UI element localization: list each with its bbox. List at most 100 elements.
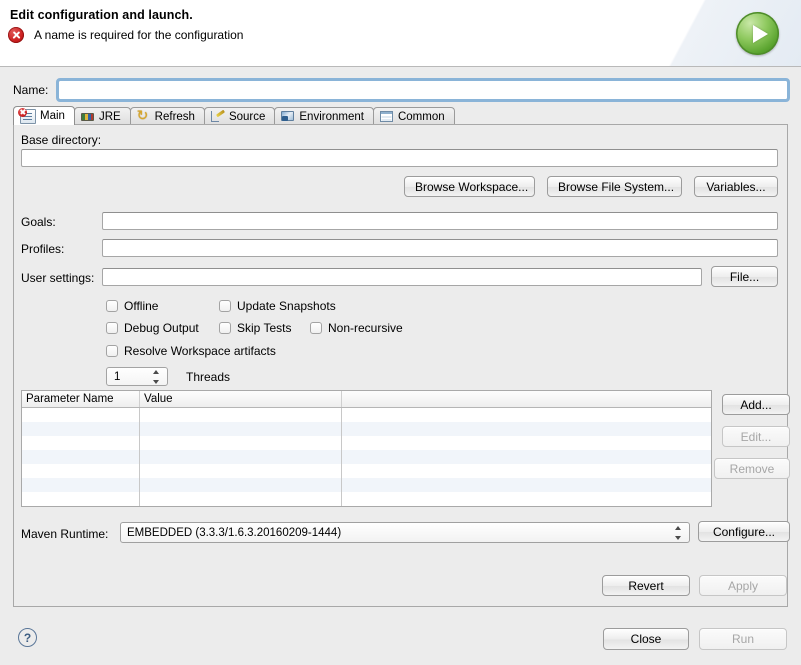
table-cell — [140, 436, 342, 450]
table-row[interactable] — [22, 492, 711, 506]
table-header-row: Parameter Name Value — [22, 391, 711, 408]
tab-source-label: Source — [228, 110, 266, 123]
tab-bar: Main JRE Refresh Source Environment Comm… — [13, 106, 788, 125]
base-directory-input[interactable] — [21, 149, 778, 167]
run-button: Run — [699, 628, 787, 650]
help-button[interactable]: ? — [18, 628, 37, 647]
table-row[interactable] — [22, 450, 711, 464]
checkbox-debug-output[interactable]: Debug Output — [106, 321, 199, 335]
table-cell — [140, 422, 342, 436]
table-cell — [140, 492, 342, 506]
checkbox-label-non-recursive: Non-recursive — [328, 321, 403, 335]
table-cell — [22, 422, 140, 436]
main-tab-panel: Base directory: Browse Workspace... Brow… — [13, 124, 790, 607]
maven-runtime-select[interactable]: EMBEDDED (3.3.3/1.6.3.20160209-1444) — [120, 522, 690, 543]
profiles-input[interactable] — [102, 239, 778, 257]
table-cell — [342, 422, 711, 436]
name-row: Name: — [13, 78, 790, 102]
tab-main[interactable]: Main — [13, 106, 75, 125]
table-row[interactable] — [22, 422, 711, 436]
table-cell — [140, 478, 342, 492]
threads-stepper[interactable]: 1 — [106, 367, 168, 386]
common-table-icon — [379, 110, 394, 123]
edit-parameter-button: Edit... — [722, 426, 790, 447]
table-cell — [342, 492, 711, 506]
error-message-text: A name is required for the configuration — [34, 28, 244, 42]
user-settings-label: User settings: — [21, 271, 95, 285]
source-tree-pencil-icon — [210, 110, 225, 123]
tab-refresh-label: Refresh — [154, 110, 195, 123]
user-settings-file-button[interactable]: File... — [711, 266, 778, 287]
table-row[interactable] — [22, 408, 711, 422]
table-cell — [22, 464, 140, 478]
checkbox-box-non-recursive[interactable] — [310, 322, 322, 334]
parameters-table[interactable]: Parameter Name Value — [21, 390, 712, 507]
table-cell — [140, 408, 342, 422]
stepper-arrows-icon[interactable] — [151, 370, 160, 384]
add-parameter-button[interactable]: Add... — [722, 394, 790, 415]
goals-label: Goals: — [21, 215, 56, 229]
maven-runtime-label: Maven Runtime: — [21, 527, 109, 541]
table-cell — [140, 450, 342, 464]
refresh-arrows-icon — [137, 107, 151, 124]
close-button[interactable]: Close — [603, 628, 689, 650]
table-cell — [342, 464, 711, 478]
checkbox-update-snapshots[interactable]: Update Snapshots — [219, 299, 336, 313]
goals-input[interactable] — [102, 212, 778, 230]
tab-main-label: Main — [40, 110, 65, 122]
table-row[interactable] — [22, 436, 711, 450]
column-header-extra[interactable] — [342, 391, 711, 407]
tab-source[interactable]: Source — [203, 107, 276, 125]
threads-label: Threads — [186, 370, 231, 384]
checkbox-label-offline: Offline — [124, 299, 159, 313]
checkbox-box-resolve-workspace-artifacts[interactable] — [106, 345, 118, 357]
chevron-up-icon — [674, 526, 681, 530]
name-input[interactable] — [56, 78, 790, 102]
table-row[interactable] — [22, 478, 711, 492]
main-document-error-icon — [18, 107, 36, 124]
checkbox-box-offline[interactable] — [106, 300, 118, 312]
checkbox-skip-tests[interactable]: Skip Tests — [219, 321, 291, 335]
tab-common[interactable]: Common — [372, 107, 455, 125]
name-label: Name: — [13, 83, 49, 97]
base-directory-label: Base directory: — [21, 133, 102, 147]
revert-button[interactable]: Revert — [602, 575, 690, 596]
stepper-down-icon[interactable] — [152, 380, 159, 384]
table-cell — [22, 450, 140, 464]
browse-file-system-button[interactable]: Browse File System... — [547, 176, 682, 197]
checkbox-non-recursive[interactable]: Non-recursive — [310, 321, 403, 335]
user-settings-input[interactable] — [102, 268, 702, 286]
checkbox-label-update-snapshots: Update Snapshots — [237, 299, 336, 313]
error-circle-x-icon — [8, 27, 24, 43]
maven-runtime-selected-value: EMBEDDED (3.3.3/1.6.3.20160209-1444) — [127, 526, 342, 539]
green-run-play-icon[interactable] — [736, 12, 779, 55]
checkbox-box-debug-output[interactable] — [106, 322, 118, 334]
checkbox-box-update-snapshots[interactable] — [219, 300, 231, 312]
table-cell — [342, 436, 711, 450]
column-header-parameter-name[interactable]: Parameter Name — [22, 391, 140, 407]
column-header-value[interactable]: Value — [140, 391, 342, 407]
variables-button[interactable]: Variables... — [694, 176, 778, 197]
error-message-row: A name is required for the configuration — [8, 27, 243, 43]
checkbox-offline[interactable]: Offline — [106, 299, 158, 313]
threads-value: 1 — [114, 370, 121, 383]
tab-environment[interactable]: Environment — [274, 107, 374, 125]
browse-workspace-button[interactable]: Browse Workspace... — [404, 176, 535, 197]
page-title: Edit configuration and launch. — [10, 8, 193, 22]
remove-parameter-button: Remove — [714, 458, 790, 479]
checkbox-box-skip-tests[interactable] — [219, 322, 231, 334]
chevron-updown-icon[interactable] — [673, 526, 682, 540]
error-overlay-icon — [18, 107, 27, 117]
tab-refresh[interactable]: Refresh — [129, 107, 205, 125]
stepper-up-icon[interactable] — [152, 370, 159, 374]
profiles-label: Profiles: — [21, 242, 65, 256]
dialog-header: Edit configuration and launch. A name is… — [0, 0, 801, 67]
table-cell — [22, 492, 140, 506]
configure-maven-runtime-button[interactable]: Configure... — [698, 521, 790, 542]
table-row[interactable] — [22, 464, 711, 478]
checkbox-label-skip-tests: Skip Tests — [237, 321, 292, 335]
checkbox-label-debug-output: Debug Output — [124, 321, 199, 335]
table-cell — [140, 464, 342, 478]
tab-jre[interactable]: JRE — [73, 107, 131, 125]
checkbox-resolve-workspace-artifacts[interactable]: Resolve Workspace artifacts — [106, 344, 276, 358]
